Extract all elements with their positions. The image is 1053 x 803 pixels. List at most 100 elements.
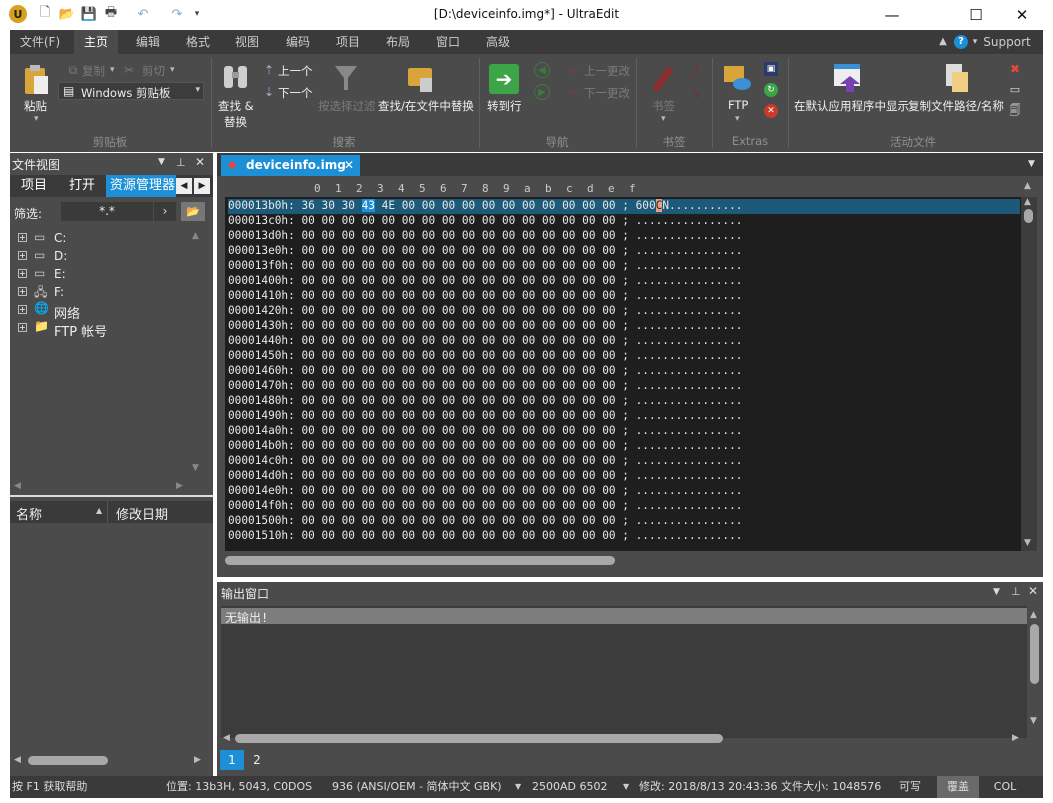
tab-edit[interactable]: 编辑 — [126, 30, 170, 54]
bookmark-dropdown-icon[interactable]: ▾ — [661, 114, 666, 124]
hex-byte[interactable]: 00 — [542, 379, 555, 392]
next-change-icon[interactable]: ⇨ — [564, 84, 582, 100]
hex-row[interactable]: 00001430h: 00 00 00 00 00 00 00 00 00 00… — [228, 319, 1020, 334]
hex-byte[interactable]: 00 — [422, 289, 435, 302]
hex-byte[interactable]: 00 — [562, 499, 575, 512]
hex-byte[interactable]: 00 — [542, 514, 555, 527]
hex-byte[interactable]: 00 — [482, 529, 495, 542]
hex-byte[interactable]: 00 — [301, 439, 314, 452]
ftp-dropdown-icon[interactable]: ▾ — [735, 114, 740, 124]
hex-byte[interactable]: 00 — [382, 214, 395, 227]
hex-byte[interactable]: 00 — [542, 454, 555, 467]
hex-byte[interactable]: 00 — [362, 334, 375, 347]
hex-byte[interactable]: 00 — [522, 199, 535, 212]
tab-window[interactable]: 窗口 — [426, 30, 470, 54]
hex-byte[interactable]: 00 — [502, 274, 515, 287]
hex-byte[interactable]: 00 — [322, 259, 335, 272]
hex-byte[interactable]: 00 — [462, 454, 475, 467]
hex-byte[interactable]: 00 — [522, 319, 535, 332]
hex-byte[interactable]: 00 — [342, 439, 355, 452]
ascii-text[interactable]: ................ — [636, 274, 743, 287]
hex-byte[interactable]: 00 — [442, 409, 455, 422]
hex-byte[interactable]: 00 — [342, 349, 355, 362]
hex-byte[interactable]: 00 — [462, 529, 475, 542]
hex-byte[interactable]: 00 — [502, 319, 515, 332]
filter-icon[interactable] — [333, 62, 359, 94]
cut-label[interactable]: 剪切 — [142, 63, 165, 79]
expand-icon[interactable]: + — [18, 269, 27, 278]
tab-view[interactable]: 视图 — [225, 30, 269, 54]
hex-byte[interactable]: 00 — [462, 304, 475, 317]
hex-row[interactable]: 000014a0h: 00 00 00 00 00 00 00 00 00 00… — [228, 424, 1020, 439]
hex-byte[interactable]: 00 — [382, 454, 395, 467]
hex-byte[interactable]: 00 — [582, 514, 595, 527]
hex-byte[interactable]: 00 — [301, 334, 314, 347]
hex-byte[interactable]: 00 — [382, 484, 395, 497]
next-change-label[interactable]: 下一更改 — [584, 85, 630, 101]
hex-byte[interactable]: 00 — [422, 469, 435, 482]
hex-byte[interactable]: 00 — [482, 409, 495, 422]
ascii-text[interactable]: ................ — [636, 409, 743, 422]
status-line-format[interactable]: DOS — [288, 776, 312, 798]
ascii-text[interactable]: ................ — [636, 379, 743, 392]
hex-byte[interactable]: 00 — [322, 424, 335, 437]
hex-row[interactable]: 000013c0h: 00 00 00 00 00 00 00 00 00 00… — [228, 214, 1020, 229]
hex-byte[interactable]: 00 — [422, 454, 435, 467]
hex-byte[interactable]: 00 — [301, 529, 314, 542]
hex-byte[interactable]: 00 — [462, 334, 475, 347]
output-scroll-up-icon[interactable]: ▲ — [1030, 610, 1037, 620]
hex-byte[interactable]: 00 — [522, 274, 535, 287]
hex-byte[interactable]: 00 — [422, 424, 435, 437]
hex-byte[interactable]: 4E — [382, 199, 395, 212]
hex-byte[interactable]: 00 — [342, 229, 355, 242]
hex-byte[interactable]: 00 — [422, 514, 435, 527]
output-vscroll[interactable]: ▲ ▼ — [1027, 610, 1041, 736]
hex-byte[interactable]: 00 — [382, 439, 395, 452]
hex-byte[interactable]: 00 — [422, 274, 435, 287]
hex-row[interactable]: 00001440h: 00 00 00 00 00 00 00 00 00 00… — [228, 334, 1020, 349]
hex-byte[interactable]: 00 — [602, 499, 615, 512]
hex-byte[interactable]: 00 — [462, 214, 475, 227]
hex-byte[interactable]: 43 — [361, 199, 375, 212]
hex-byte[interactable]: 00 — [362, 484, 375, 497]
tab-close-icon[interactable]: ✕ — [344, 158, 354, 172]
hex-byte[interactable]: 00 — [362, 214, 375, 227]
hex-byte[interactable]: 00 — [322, 274, 335, 287]
tab-open-files[interactable]: 打开 — [60, 175, 104, 197]
hex-byte[interactable]: 00 — [382, 409, 395, 422]
copy-dropdown-icon[interactable]: ▾ — [110, 65, 115, 75]
hex-byte[interactable]: 00 — [502, 229, 515, 242]
hex-byte[interactable]: 00 — [602, 439, 615, 452]
hex-byte[interactable]: 00 — [542, 259, 555, 272]
ascii-text[interactable]: ................ — [636, 469, 743, 482]
hex-byte[interactable]: 00 — [542, 304, 555, 317]
hex-byte[interactable]: 00 — [602, 424, 615, 437]
output-page-2[interactable]: 2 — [245, 750, 269, 770]
hex-byte[interactable]: 00 — [442, 259, 455, 272]
hex-byte[interactable]: 00 — [582, 319, 595, 332]
hex-byte[interactable]: 00 — [602, 484, 615, 497]
hex-byte[interactable]: 00 — [442, 319, 455, 332]
goto-line-label[interactable]: 转到行 — [487, 98, 522, 114]
hex-byte[interactable]: 00 — [462, 409, 475, 422]
hex-byte[interactable]: 00 — [502, 364, 515, 377]
hex-byte[interactable]: 00 — [522, 484, 535, 497]
hex-byte[interactable]: 00 — [562, 439, 575, 452]
hex-byte[interactable]: 00 — [362, 514, 375, 527]
hex-byte[interactable]: 00 — [502, 379, 515, 392]
hex-byte[interactable]: 00 — [382, 469, 395, 482]
hex-byte[interactable]: 00 — [582, 424, 595, 437]
ascii-text[interactable]: ................ — [636, 334, 743, 347]
hex-byte[interactable]: 00 — [482, 229, 495, 242]
find-next-label[interactable]: 下一个 — [278, 85, 313, 101]
hex-byte[interactable]: 00 — [362, 364, 375, 377]
hex-byte[interactable]: 00 — [322, 319, 335, 332]
hex-byte[interactable]: 00 — [502, 334, 515, 347]
hex-byte[interactable]: 00 — [602, 379, 615, 392]
hex-byte[interactable]: 00 — [422, 214, 435, 227]
hex-byte[interactable]: 00 — [522, 379, 535, 392]
ascii-text[interactable]: ................ — [636, 484, 743, 497]
compare-icon[interactable]: ↻ — [764, 83, 778, 97]
hex-byte[interactable]: 00 — [522, 529, 535, 542]
hex-byte[interactable]: 00 — [482, 214, 495, 227]
